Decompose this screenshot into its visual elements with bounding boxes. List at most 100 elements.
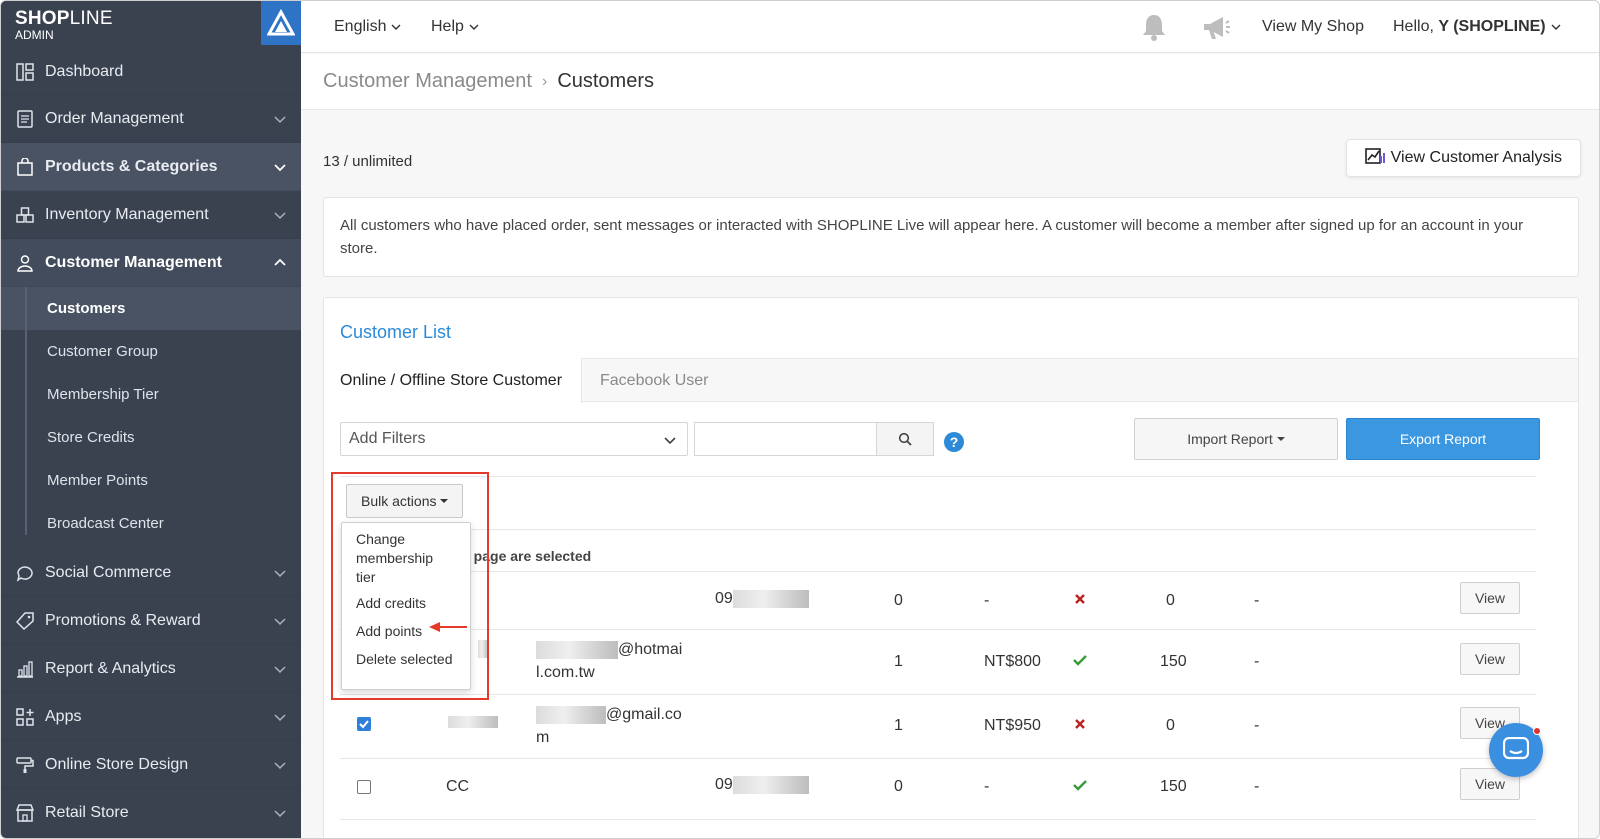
table-row: CC 09 0 - 150 - View xyxy=(340,759,1536,819)
table-row: 09 0 - 0 - View xyxy=(340,572,1536,629)
table-row: @hotmail.com.tw 1 NT$800 150 - View xyxy=(340,630,1536,694)
other-cell: - xyxy=(1254,778,1260,795)
sidebar-item-online-store-design[interactable]: Online Store Design xyxy=(1,741,301,789)
points-cell: 150 xyxy=(1160,778,1187,795)
sidebar-item-social-commerce[interactable]: Social Commerce xyxy=(1,549,301,597)
breadcrumb: Customer Management › Customers xyxy=(301,54,1599,110)
export-report-button[interactable]: Export Report xyxy=(1346,418,1540,460)
store-icon xyxy=(15,803,35,823)
info-notice: All customers who have placed order, sen… xyxy=(323,197,1579,277)
sidebar-item-label: Customer Management xyxy=(45,253,222,271)
contact-prefix: 09 xyxy=(715,590,733,608)
language-dropdown[interactable]: English xyxy=(334,18,402,36)
search-input[interactable] xyxy=(694,422,876,456)
contact-prefix: 09 xyxy=(715,776,733,794)
megaphone-icon[interactable] xyxy=(1201,15,1231,41)
view-button[interactable]: View xyxy=(1460,643,1520,675)
sidebar: SHOPLINE ADMIN Dashboard Order Managemen… xyxy=(1,1,301,838)
apps-icon xyxy=(15,707,35,727)
sidebar-subitem-membership-tier[interactable]: Membership Tier xyxy=(27,373,301,416)
check-icon xyxy=(1073,653,1087,671)
divider xyxy=(340,529,1536,530)
collapse-corner[interactable] xyxy=(261,1,301,45)
page-title: Customers xyxy=(557,70,655,92)
row-checkbox[interactable] xyxy=(357,717,371,731)
tab-facebook-user[interactable]: Facebook User xyxy=(582,358,725,403)
orders-cell: 1 xyxy=(894,717,903,734)
search-button[interactable] xyxy=(876,422,934,456)
divider xyxy=(340,476,1536,477)
highlight-box xyxy=(331,472,489,700)
sidebar-item-order-management[interactable]: Order Management xyxy=(1,95,301,143)
search-icon xyxy=(898,432,912,446)
sidebar-item-dashboard[interactable]: Dashboard xyxy=(1,49,301,95)
other-cell: - xyxy=(1254,653,1260,670)
check-mark-icon xyxy=(359,720,369,729)
user-name: Y (SHOPLINE) xyxy=(1438,17,1546,35)
chevron-down-icon xyxy=(274,762,286,770)
redacted-email xyxy=(536,705,606,724)
sidebar-item-label: Online Store Design xyxy=(45,755,189,773)
view-my-shop-link[interactable]: View My Shop xyxy=(1262,18,1364,36)
chevron-down-icon xyxy=(274,666,286,674)
sidebar-subitem-store-credits[interactable]: Store Credits xyxy=(27,416,301,459)
chat-bubble-icon xyxy=(1503,737,1529,760)
sidebar-item-report[interactable]: Report & Analytics xyxy=(1,645,301,693)
customer-count: 13 / unlimited xyxy=(323,153,413,170)
view-button[interactable]: View xyxy=(1460,582,1520,614)
chart-icon xyxy=(15,659,35,679)
row-checkbox[interactable] xyxy=(357,780,371,794)
points-cell: 150 xyxy=(1160,653,1187,670)
view-customer-analysis-button[interactable]: View Customer Analysis xyxy=(1345,139,1581,177)
breadcrumb-parent[interactable]: Customer Management xyxy=(323,70,532,93)
add-filters-select[interactable]: Add Filters xyxy=(340,422,688,456)
name-cell: CC xyxy=(446,778,470,795)
spent-cell: - xyxy=(984,592,990,609)
orders-cell: 1 xyxy=(894,653,903,670)
sidebar-item-products[interactable]: Products & Categories xyxy=(1,143,301,191)
tag-icon xyxy=(15,611,35,631)
sidebar-item-label: Dashboard xyxy=(45,62,124,80)
orders-cell: 0 xyxy=(894,592,903,609)
sidebar-item-inventory[interactable]: Inventory Management xyxy=(1,191,301,239)
sidebar-subitem-customers[interactable]: Customers xyxy=(1,287,301,330)
divider xyxy=(340,819,1536,820)
help-dropdown[interactable]: Help xyxy=(431,18,480,36)
chat-widget-button[interactable] xyxy=(1489,723,1543,777)
other-cell: - xyxy=(1254,592,1260,609)
red-arrow-icon xyxy=(429,622,467,632)
sidebar-item-apps[interactable]: Apps xyxy=(1,693,301,741)
chevron-down-icon xyxy=(274,714,286,722)
sidebar-subitem-broadcast-center[interactable]: Broadcast Center xyxy=(27,502,301,545)
user-menu[interactable]: Hello, Y (SHOPLINE) xyxy=(1393,18,1562,36)
brand: SHOPLINE ADMIN xyxy=(1,1,301,49)
notification-bell-icon[interactable] xyxy=(1141,13,1167,41)
sidebar-subitem-member-points[interactable]: Member Points xyxy=(27,459,301,502)
contact-cell: 09 xyxy=(715,590,809,608)
help-question-icon[interactable]: ? xyxy=(944,432,964,452)
bag-icon xyxy=(15,157,35,177)
sidebar-item-customer-management[interactable]: Customer Management xyxy=(1,239,301,287)
redacted-phone xyxy=(732,776,809,794)
sidebar-item-promotions[interactable]: Promotions & Reward xyxy=(1,597,301,645)
caret-down-icon xyxy=(1276,437,1285,441)
customer-list-panel: Customer List Online / Offline Store Cus… xyxy=(323,297,1579,838)
other-cell: - xyxy=(1254,717,1260,734)
sidebar-item-label: Promotions & Reward xyxy=(45,611,201,629)
user-icon xyxy=(15,253,35,273)
cross-icon xyxy=(1074,592,1086,610)
redacted-email xyxy=(536,640,618,659)
tab-online-offline[interactable]: Online / Offline Store Customer xyxy=(324,358,582,403)
redacted-name xyxy=(448,715,498,728)
sidebar-item-label: Order Management xyxy=(45,109,184,127)
import-report-button[interactable]: Import Report xyxy=(1134,418,1338,460)
chat-icon xyxy=(15,563,35,583)
chevron-down-icon xyxy=(469,24,479,30)
points-cell: 0 xyxy=(1166,592,1175,609)
chevron-down-icon xyxy=(274,116,286,124)
sidebar-subitem-customer-group[interactable]: Customer Group xyxy=(27,330,301,373)
sidebar-item-retail-store[interactable]: Retail Store xyxy=(1,789,301,837)
brand-logo[interactable]: SHOPLINE xyxy=(15,9,287,29)
analysis-button-label: View Customer Analysis xyxy=(1390,149,1562,166)
filter-placeholder: Add Filters xyxy=(349,430,426,447)
